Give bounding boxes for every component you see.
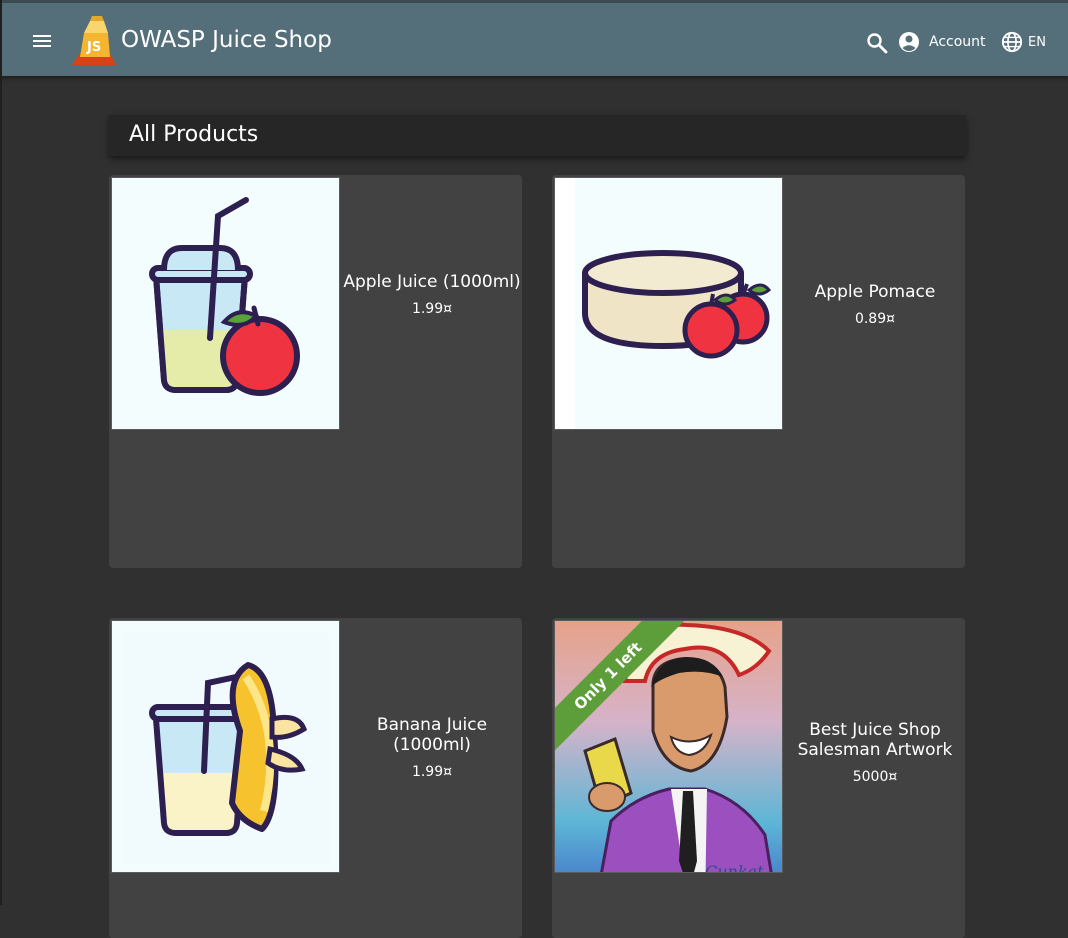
product-name: Apple Pomace xyxy=(814,282,936,302)
svg-text:JS: JS xyxy=(86,40,101,55)
ribbon-label: Only 1 left xyxy=(555,621,685,751)
product-card-banana-juice[interactable]: Banana Juice (1000ml) 1.99¤ xyxy=(109,618,522,938)
product-info: Apple Juice (1000ml) 1.99¤ xyxy=(343,272,521,317)
product-card-apple-juice[interactable]: Apple Juice (1000ml) 1.99¤ xyxy=(109,175,522,568)
language-label: EN xyxy=(1028,34,1046,50)
product-card-apple-pomace[interactable]: Apple Pomace 0.89¤ xyxy=(552,175,965,568)
product-info: Apple Pomace 0.89¤ xyxy=(786,282,964,327)
banana-juice-image xyxy=(124,633,329,865)
globe-icon xyxy=(1001,31,1023,53)
window-edge xyxy=(0,0,2,905)
product-image[interactable] xyxy=(111,620,340,873)
product-image[interactable]: Cunkat Only 1 left xyxy=(554,620,783,873)
product-name: Apple Juice (1000ml) xyxy=(343,272,521,292)
product-card-salesman-artwork[interactable]: Cunkat Only 1 left Best Juice Shop Sales… xyxy=(552,618,965,938)
top-toolbar: JS OWASP Juice Shop Account EN xyxy=(0,0,1068,76)
product-price: 5000¤ xyxy=(852,769,898,785)
product-price: 0.89¤ xyxy=(854,311,896,327)
stock-ribbon: Only 1 left xyxy=(555,621,685,751)
menu-icon xyxy=(33,35,51,47)
menu-button[interactable] xyxy=(30,29,54,53)
products-heading-bar: All Products xyxy=(109,115,966,156)
product-info: Best Juice Shop Salesman Artwork 5000¤ xyxy=(786,720,964,785)
page-title: All Products xyxy=(129,122,259,147)
apple-juice-image xyxy=(149,197,300,396)
product-image[interactable] xyxy=(554,177,783,430)
product-image[interactable] xyxy=(111,177,340,430)
app-title[interactable]: OWASP Juice Shop xyxy=(121,27,332,53)
search-icon xyxy=(867,33,888,54)
apple-pomace-image xyxy=(555,178,772,429)
product-price: 1.99¤ xyxy=(411,301,453,317)
svg-text:Cunkat: Cunkat xyxy=(705,862,764,873)
language-button[interactable]: EN xyxy=(1001,29,1046,55)
account-button[interactable]: Account xyxy=(897,29,986,55)
account-circle-icon xyxy=(899,32,919,52)
juice-shop-logo[interactable]: JS xyxy=(70,13,118,69)
product-price: 1.99¤ xyxy=(411,764,453,780)
product-name: Best Juice Shop Salesman Artwork xyxy=(797,720,953,760)
product-name: Banana Juice (1000ml) xyxy=(376,715,488,755)
account-label: Account xyxy=(929,34,986,50)
search-button[interactable] xyxy=(865,31,889,55)
product-info: Banana Juice (1000ml) 1.99¤ xyxy=(343,715,521,780)
